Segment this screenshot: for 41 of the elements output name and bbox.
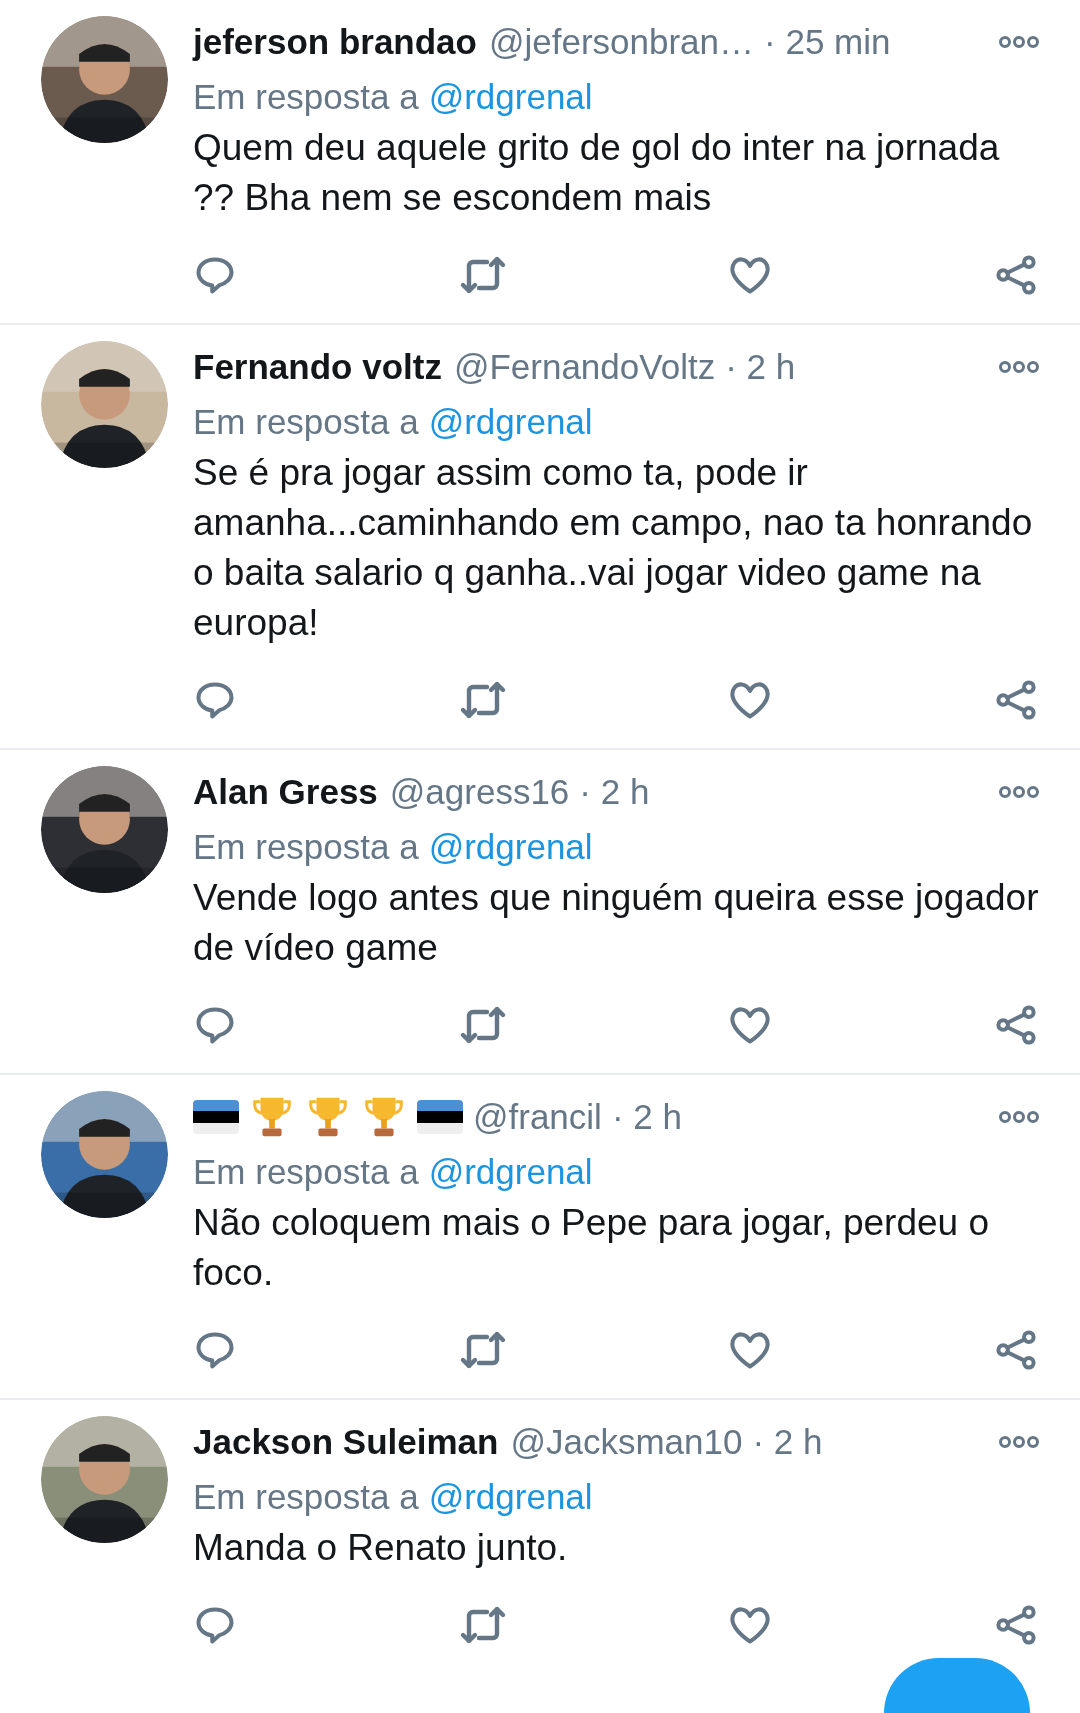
tweet-text: Quem deu aquele grito de gol do inter na jornada ?? Bha nem se escondem mais [193,126,1001,220]
display-name[interactable]: Fernando voltz [193,340,442,394]
reply-context: Em resposta a [193,1150,419,1193]
reply-context: Em resposta a [193,1475,419,1518]
mention-link[interactable]: @rdgrenal [428,820,593,874]
tweet-time: · 2 h [725,345,796,388]
tweet-time: · 25 min [764,20,891,63]
flag-icon [417,1100,463,1134]
reply-context: Em resposta a [193,400,419,443]
share-icon[interactable] [993,1003,1038,1047]
tweet-time: · 2 h [611,1095,682,1138]
tweet-text: Manda o Renato junto. [193,1526,569,1570]
share-icon[interactable] [993,1328,1038,1372]
tweet-text: Não coloquem mais o Pepe para jogar, perdeu o foco. [193,1201,990,1295]
mention-link[interactable]: @rdgrenal [428,395,593,449]
user-handle[interactable]: @jefersonbran… [488,15,755,69]
tweet-text: Vende logo antes que ninguém queira esse jogador de vídeo game [193,876,1040,970]
flag-icon [193,1100,239,1134]
mention-link[interactable]: @rdgrenal [428,70,593,124]
more-options-icon[interactable] [998,1435,1040,1449]
display-name[interactable]: Jackson Suleiman [193,1415,499,1469]
more-options-icon[interactable] [998,785,1040,799]
user-handle[interactable]: @FernandoVoltz [453,340,716,394]
user-handle[interactable]: @agress16 [389,765,570,819]
reply-context: Em resposta a [193,825,419,868]
mention-link[interactable]: @rdgrenal [428,1470,593,1524]
more-options-icon[interactable] [998,1110,1040,1124]
share-icon[interactable] [993,1603,1038,1647]
user-handle[interactable]: @francil [473,1090,602,1144]
display-name[interactable]: Alan Gress [193,765,378,819]
mention-link[interactable]: @rdgrenal [428,1145,593,1199]
reply-context: Em resposta a [193,75,419,118]
more-options-icon[interactable] [998,35,1040,49]
tweet-time: · 2 h [752,1420,823,1463]
share-icon[interactable] [993,678,1038,722]
share-icon[interactable] [993,253,1038,297]
user-handle[interactable]: @Jacksman10 [510,1415,743,1469]
tweet-text: Se é pra jogar assim como ta, pode ir amanha...caminhando em campo, nao ta honrando o baita salario q ganha..vai jogar video game na europa! [193,451,1034,645]
display-name[interactable]: jeferson brandao [193,15,477,69]
tweet-time: · 2 h [579,770,650,813]
more-options-icon[interactable] [998,360,1040,374]
